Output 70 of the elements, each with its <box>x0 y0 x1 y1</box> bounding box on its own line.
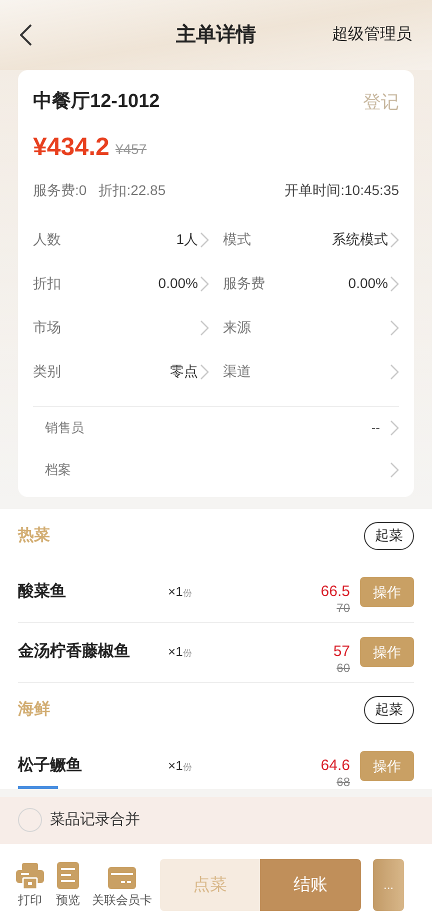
order-field[interactable]: 市场 <box>33 317 209 338</box>
order-field[interactable]: 折扣 0.00% <box>33 273 209 294</box>
field-value: 系统模式 <box>332 230 388 249</box>
serve-button[interactable]: 起菜 <box>364 522 414 550</box>
toolbar-button[interactable]: 打印 <box>16 858 44 908</box>
chevron-icon <box>200 364 209 380</box>
field-label: 渠道 <box>223 362 251 381</box>
chevron-icon <box>200 276 209 292</box>
field-value: 零点 <box>170 362 198 381</box>
chevron-icon <box>390 462 399 478</box>
chevron-icon <box>390 276 399 292</box>
field-label: 档案 <box>45 460 71 479</box>
toolbar-button[interactable]: 关联会员卡 <box>92 858 152 908</box>
total-price: ¥434.2 <box>33 134 110 160</box>
dish-original-price: 68 <box>336 775 350 788</box>
dish-price: 66.5 <box>320 583 350 601</box>
table-name: 中餐厅12-1012 <box>33 90 160 114</box>
field-label: 模式 <box>223 230 251 249</box>
field-value: -- <box>371 418 380 437</box>
chevron-icon <box>390 364 399 380</box>
order-field[interactable]: 类别 零点 <box>33 361 209 382</box>
chevron-icon <box>390 320 399 336</box>
field-value: 0.00% <box>158 274 198 293</box>
field-label: 类别 <box>33 362 61 381</box>
chevron-icon <box>390 420 399 436</box>
dish-quantity: ×1份 <box>168 757 192 776</box>
field-label: 市场 <box>33 318 61 337</box>
field-label: 来源 <box>223 318 251 337</box>
open-time: 开单时间:10:45:35 <box>284 180 399 200</box>
dish-price: 64.6 <box>320 757 350 775</box>
field-value: 0.00% <box>348 274 388 293</box>
merge-checkbox[interactable] <box>18 808 42 832</box>
toolbar-button[interactable]: 预览 <box>56 858 80 908</box>
chevron-icon <box>200 232 209 248</box>
dish-quantity: ×1份 <box>168 643 192 662</box>
chevron-icon <box>200 320 209 336</box>
printer-icon <box>16 862 44 888</box>
order-field[interactable]: 服务费 0.00% <box>223 273 399 294</box>
dish-original-price: 60 <box>336 661 350 675</box>
dish-name: 松子鳜鱼 <box>18 756 83 776</box>
page-title: 主单详情 <box>176 22 256 48</box>
field-label: 人数 <box>33 230 61 249</box>
category-title: 热菜 <box>18 526 50 546</box>
scroll-indicator <box>18 786 58 788</box>
field-label: 销售员 <box>45 418 84 437</box>
field-value: 1人 <box>176 230 198 249</box>
discount-amount: 折扣:22.85 <box>98 180 166 200</box>
card-icon <box>108 866 136 888</box>
order-field[interactable]: 渠道 <box>223 361 399 382</box>
serve-button[interactable]: 起菜 <box>364 696 414 724</box>
order-field[interactable]: 模式 系统模式 <box>223 229 399 250</box>
user-role: 超级管理员 <box>332 25 412 45</box>
original-price: ¥457 <box>115 140 147 158</box>
back-icon <box>20 24 32 46</box>
field-label: 折扣 <box>33 274 61 293</box>
order-field[interactable]: 来源 <box>223 317 399 338</box>
document-icon <box>57 862 79 888</box>
dish-name: 酸菜鱼 <box>18 582 67 602</box>
order-field[interactable]: 人数 1人 <box>33 229 209 250</box>
field-label: 服务费 <box>223 274 265 293</box>
service-fee: 服务费:0 <box>33 180 87 200</box>
order-field[interactable]: 销售员 -- <box>33 406 399 448</box>
order-field[interactable]: 档案 <box>33 448 399 490</box>
dish-quantity: ×1份 <box>168 583 192 602</box>
dish-name: 金汤柠香藤椒鱼 <box>18 641 131 662</box>
merge-label: 菜品记录合并 <box>50 810 140 830</box>
dish-original-price: 70 <box>336 601 350 615</box>
category-title: 海鲜 <box>18 700 50 720</box>
dish-price: 57 <box>333 643 350 661</box>
chevron-icon <box>390 232 399 248</box>
